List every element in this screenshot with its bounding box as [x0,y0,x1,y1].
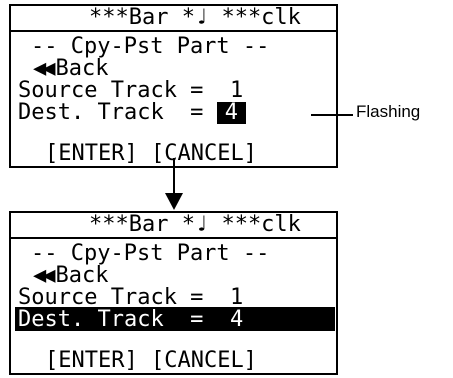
dest-track-value: 4 [229,307,244,332]
lcd-header: ***Bar *♩ ***clk [11,6,336,32]
dest-track-label: Dest. Track = [18,100,204,125]
dest-track-label: Dest. Track = [18,307,204,332]
lcd-header: ***Bar *♩ ***clk [11,213,336,239]
dest-track-value-flashing[interactable]: 4 [216,102,246,124]
header-text: ***Bar *♩ ***clk [89,5,301,30]
enter-button[interactable]: [ENTER] [45,141,138,166]
cancel-button[interactable]: [CANCEL] [151,348,257,373]
flashing-label: Flashing [356,102,421,121]
back-item[interactable]: ◀◀ Back [33,265,108,287]
flashing-pointer-line [311,114,353,116]
lcd-screen-after: ***Bar *♩ ***clk -- Cpy-Pst Part -- ◀◀ Ba… [9,211,338,375]
transition-arrow-shaft [173,158,175,194]
enter-button[interactable]: [ENTER] [45,348,138,373]
action-buttons: [ENTER] [CANCEL] [45,143,257,165]
source-track-row[interactable]: Source Track = 1 [18,287,243,309]
dest-track-row[interactable]: Dest. Track = 4 [18,102,246,124]
header-text: ***Bar *♩ ***clk [89,212,301,237]
cancel-button[interactable]: [CANCEL] [151,141,257,166]
menu-title: -- Cpy-Pst Part -- [31,241,270,266]
action-buttons: [ENTER] [CANCEL] [45,350,257,372]
back-item[interactable]: ◀◀ Back [33,58,108,80]
dest-track-row-selected[interactable]: Dest. Track = 4 [18,309,243,331]
source-track-row[interactable]: Source Track = 1 [18,80,243,102]
down-arrow-icon [165,193,183,210]
lcd-screen-before: ***Bar *♩ ***clk -- Cpy-Pst Part -- ◀◀ Ba… [9,4,338,168]
menu-title: -- Cpy-Pst Part -- [31,34,270,59]
